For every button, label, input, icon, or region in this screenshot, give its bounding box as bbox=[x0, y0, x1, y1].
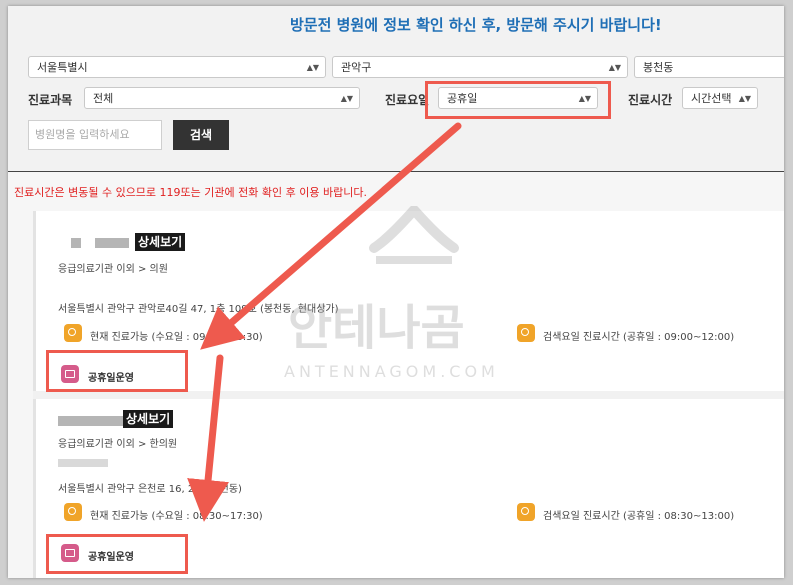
screenshot-frame: 방문전 병원에 정보 확인 하신 후, 방문해 주시기 바랍니다! 서울특별시 … bbox=[0, 0, 793, 585]
arrow-to-first-badge bbox=[200, 122, 462, 350]
hospital-search-panel: 방문전 병원에 정보 확인 하신 후, 방문해 주시기 바랍니다! 서울특별시 … bbox=[8, 6, 784, 578]
annotation-arrows bbox=[187, 122, 462, 522]
arrow-to-second-badge bbox=[187, 354, 229, 522]
